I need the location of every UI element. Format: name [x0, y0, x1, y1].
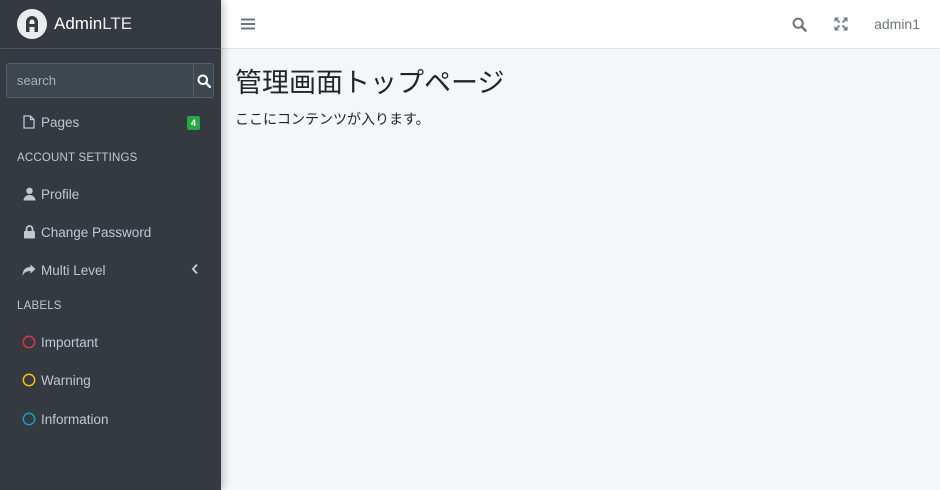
sidebar-item-important[interactable]: Important	[0, 325, 221, 359]
sidebar-item-label: Pages	[41, 114, 80, 130]
search-button[interactable]	[193, 64, 213, 97]
sidebar-item-information[interactable]: Information	[0, 402, 221, 436]
top-navbar: admin1	[221, 0, 940, 49]
brand-text: AdminLTE	[54, 14, 133, 33]
search-input[interactable]	[7, 64, 193, 97]
share-icon	[22, 262, 36, 278]
sidebar-item-label: Profile	[41, 186, 80, 202]
hamburger-icon	[241, 18, 255, 30]
sidebar-item-warning[interactable]: Warning	[0, 363, 221, 397]
pages-count-badge: 4	[187, 116, 200, 130]
sidebar: AdminLTE Pages 4 ACCOUNT SETTINGS Profil…	[0, 0, 221, 490]
sidebar-item-profile[interactable]: Profile	[0, 177, 221, 211]
content-wrapper: 管理画面トップページ ここにコンテンツが入ります。	[221, 49, 940, 490]
circle-icon	[22, 411, 36, 427]
sidebar-item-label: Important	[41, 334, 99, 350]
lock-icon	[22, 224, 36, 240]
expand-arrows-icon	[834, 17, 848, 31]
navbar-search-button[interactable]	[790, 15, 808, 33]
fullscreen-button[interactable]	[832, 15, 850, 33]
search-icon	[197, 74, 211, 88]
chevron-left-icon	[191, 263, 199, 278]
sidebar-item-label: Information	[41, 411, 109, 427]
sidebar-item-multi-level[interactable]: Multi Level	[0, 253, 221, 287]
sidebar-item-label: Multi Level	[41, 262, 106, 278]
brand-logo-icon	[17, 9, 47, 39]
user-icon	[22, 186, 36, 202]
page-text: ここにコンテンツが入ります。	[235, 111, 430, 127]
page-title: 管理画面トップページ	[235, 68, 505, 98]
sidebar-search	[6, 63, 214, 98]
brand-link[interactable]: AdminLTE	[0, 0, 221, 49]
file-icon	[22, 114, 36, 130]
menu-toggle-button[interactable]	[239, 15, 257, 33]
sidebar-item-label: Change Password	[41, 224, 152, 240]
sidebar-item-pages[interactable]: Pages 4	[0, 105, 221, 139]
circle-icon	[22, 372, 36, 388]
search-icon	[792, 17, 807, 32]
user-menu[interactable]: admin1	[874, 16, 920, 32]
circle-icon	[22, 334, 36, 350]
sidebar-item-change-password[interactable]: Change Password	[0, 215, 221, 249]
nav-header-labels: LABELS	[17, 300, 62, 312]
nav-header-account-settings: ACCOUNT SETTINGS	[17, 152, 138, 164]
sidebar-item-label: Warning	[41, 372, 91, 388]
